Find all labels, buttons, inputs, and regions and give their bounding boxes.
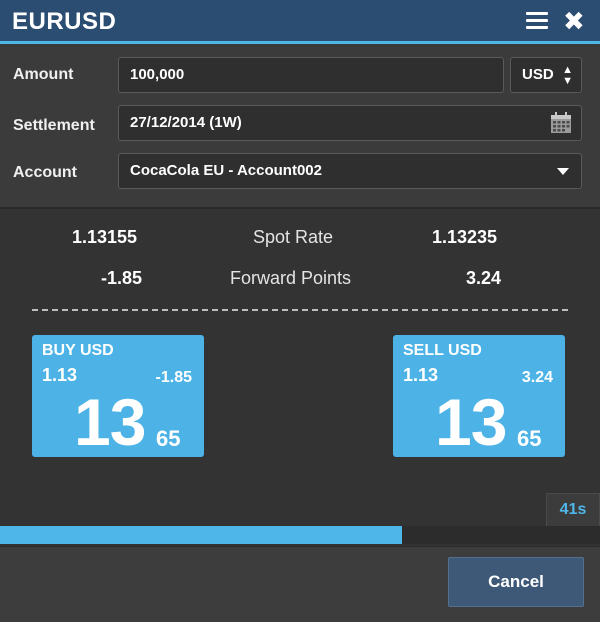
divider [32,309,568,311]
countdown-timer: 41s [546,493,600,527]
buy-big-figure: 1.13 [42,365,78,385]
buy-label: BUY USD [42,342,114,359]
amount-input[interactable] [130,58,503,92]
up-down-arrows-icon: ▲ ▼ [562,64,573,87]
deal-form: Amount USD ▲▼ Settlement 27/12/2014 (1W)… [0,47,600,207]
pricing-panel: 1.13155 Spot Rate 1.13235 -1.85 Forward … [0,207,600,546]
buy-forward-points: -1.85 [155,369,192,386]
hamburger-menu-icon[interactable] [526,12,548,32]
close-icon[interactable]: ✖ [563,6,585,36]
title-bar: EURUSD ✖ [0,0,600,44]
countdown-progress-fill [0,526,402,544]
buy-pips: 13 [74,385,146,459]
currency-select[interactable]: USD ▲ ▼ [510,57,582,93]
forward-bid-points: -1.85 [101,268,143,288]
spot-ask-rate: 1.13235 [432,227,498,247]
sell-pips: 13 [435,385,507,459]
buy-usd-button[interactable]: BUY USD 1.13 -1.85 13 65 [32,335,204,457]
sell-fractional-pips: 65 [517,426,542,451]
spot-bid-rate: 1.13155 [72,227,138,247]
sell-forward-points: 3.24 [521,369,553,386]
footer: Cancel [0,546,600,622]
settlement-field[interactable]: 27/12/2014 (1W) [118,105,582,141]
cancel-button[interactable]: Cancel [448,557,584,607]
sell-label: SELL USD [403,342,482,359]
calendar-icon[interactable] [549,111,573,135]
settlement-label: Settlement [13,117,95,134]
sell-usd-button[interactable]: SELL USD 1.13 3.24 13 65 [393,335,565,457]
chevron-down-icon [557,168,569,175]
amount-label: Amount [13,66,74,83]
countdown-progress-bar [0,526,600,544]
window-title: EURUSD [12,8,117,35]
buy-fractional-pips: 65 [156,426,181,451]
settlement-value: 27/12/2014 (1W) [130,114,242,131]
account-value: CocaCola EU - Account002 [130,162,322,179]
forward-points-label: Forward Points [230,268,352,288]
spot-rate-label: Spot Rate [253,227,334,247]
currency-value: USD [522,66,554,83]
amount-field[interactable] [118,57,504,93]
sell-big-figure: 1.13 [403,365,439,385]
account-label: Account [13,164,77,181]
forward-ask-points: 3.24 [466,268,502,288]
account-select[interactable]: CocaCola EU - Account002 [118,153,582,189]
